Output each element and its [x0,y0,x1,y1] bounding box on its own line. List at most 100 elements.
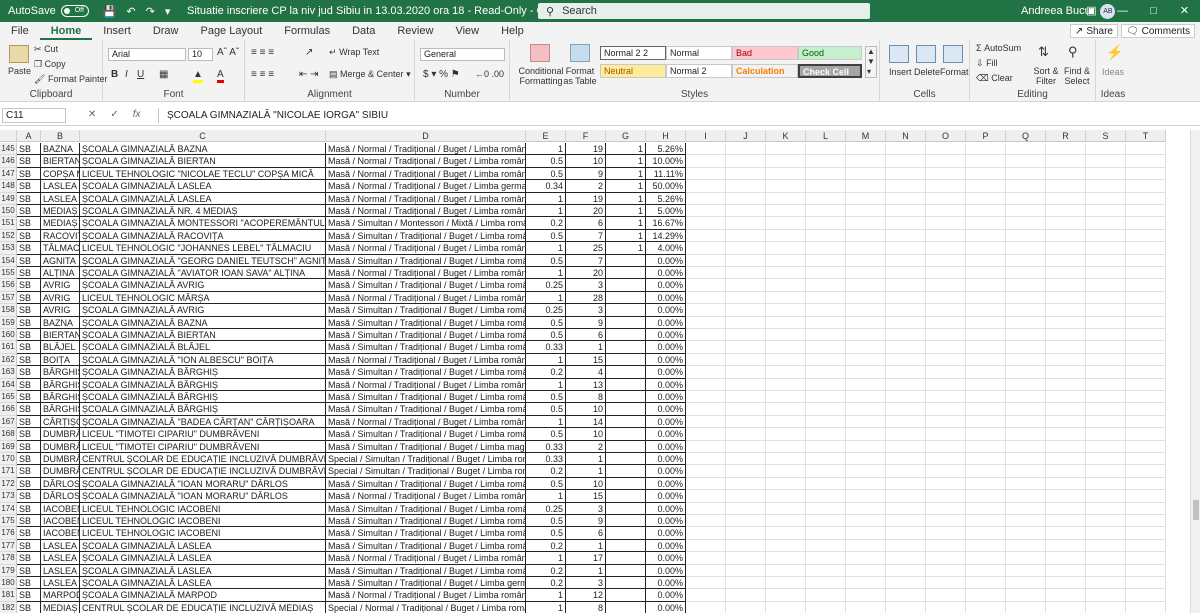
cell-d[interactable]: Masă / Simultan / Tradițional / Buget / … [326,539,526,553]
empty-cell[interactable] [726,539,766,553]
cell-f[interactable]: 8 [566,391,606,404]
cell-g[interactable] [606,502,646,515]
empty-cell[interactable] [766,155,806,168]
cell-e[interactable]: 1 [526,601,566,613]
empty-cell[interactable] [966,564,1006,577]
cell-d[interactable]: Masă / Normal / Tradițional / Buget / Li… [326,552,526,565]
empty-cell[interactable] [1086,167,1126,181]
empty-cell[interactable] [686,577,726,590]
cell-h[interactable]: 0.00% [646,515,686,528]
number-format-select[interactable]: General [420,48,505,61]
empty-cell[interactable] [846,539,886,553]
empty-cell[interactable] [926,155,966,168]
empty-cell[interactable] [766,167,806,181]
empty-cell[interactable] [886,515,926,528]
empty-cell[interactable] [1006,304,1046,317]
cell-a[interactable]: SB [17,217,41,230]
ribbon-display-icon[interactable]: ▣ [1076,0,1107,22]
row-header[interactable]: 170 [0,453,17,466]
column-header-m[interactable]: M [846,130,886,142]
cell-b[interactable]: MEDIAȘ [41,217,80,230]
empty-cell[interactable] [1126,229,1166,243]
style-calculation[interactable]: Calculation [732,64,798,78]
empty-cell[interactable] [1046,515,1086,528]
cell-a[interactable]: SB [17,242,41,255]
cell-c[interactable]: CENTRUL ȘCOLAR DE EDUCAȚIE INCLUZIVĂ DUM… [80,465,326,478]
cell-a[interactable]: SB [17,341,41,354]
empty-cell[interactable] [886,465,926,478]
empty-cell[interactable] [1126,515,1166,528]
empty-cell[interactable] [806,279,846,292]
cell-b[interactable]: DUMBRĂV [41,440,80,453]
cell-b[interactable]: LASLEA [41,180,80,193]
paste-icon[interactable] [9,45,29,63]
delete-button[interactable]: Delete [914,67,940,77]
empty-cell[interactable] [1006,477,1046,491]
cell-c[interactable]: ȘCOALA GIMNAZIALĂ NR. 4 MEDIAȘ [80,205,326,218]
cell-d[interactable]: Masă / Simultan / Tradițional / Buget / … [326,428,526,441]
cell-a[interactable]: SB [17,502,41,515]
bold-icon[interactable]: B [111,69,118,80]
cell-a[interactable]: SB [17,180,41,193]
cell-f[interactable]: 19 [566,192,606,205]
scroll-thumb[interactable] [1193,500,1199,520]
decimal-icon[interactable]: ←0 .00 [475,69,504,79]
empty-cell[interactable] [1126,589,1166,602]
cell-c[interactable]: ȘCOALA GIMNAZIALĂ LASLEA [80,552,326,565]
row-header[interactable]: 174 [0,502,17,515]
empty-cell[interactable] [726,515,766,528]
empty-cell[interactable] [806,192,846,205]
empty-cell[interactable] [726,267,766,280]
empty-cell[interactable] [1086,279,1126,292]
row-header[interactable]: 182 [0,601,17,613]
empty-cell[interactable] [766,527,806,540]
empty-cell[interactable] [1126,341,1166,354]
empty-cell[interactable] [1086,453,1126,466]
cell-g[interactable] [606,440,646,453]
cell-e[interactable]: 0.33 [526,341,566,354]
empty-cell[interactable] [1046,353,1086,367]
empty-cell[interactable] [1046,428,1086,441]
empty-cell[interactable] [1126,304,1166,317]
empty-cell[interactable] [1006,539,1046,553]
empty-cell[interactable] [806,180,846,193]
empty-cell[interactable] [726,601,766,613]
cell-b[interactable]: BÂRGHIȘ [41,366,80,379]
empty-cell[interactable] [1126,353,1166,367]
cell-a[interactable]: SB [17,391,41,404]
empty-cell[interactable] [1086,329,1126,342]
empty-cell[interactable] [686,143,726,156]
cell-g[interactable]: 1 [606,229,646,243]
empty-cell[interactable] [1126,415,1166,429]
tab-data[interactable]: Data [341,22,386,40]
cell-g[interactable]: 1 [606,217,646,230]
cell-e[interactable]: 1 [526,490,566,503]
column-header-s[interactable]: S [1086,130,1126,142]
empty-cell[interactable] [886,601,926,613]
cell-f[interactable]: 28 [566,291,606,305]
empty-cell[interactable] [766,316,806,329]
row-header[interactable]: 159 [0,316,17,329]
empty-cell[interactable] [806,341,846,354]
cell-e[interactable]: 1 [526,415,566,429]
cell-f[interactable]: 9 [566,167,606,181]
empty-cell[interactable] [766,366,806,379]
cell-d[interactable]: Special / Normal / Tradițional / Buget /… [326,601,526,613]
cell-a[interactable]: SB [17,143,41,156]
cell-a[interactable]: SB [17,577,41,590]
empty-cell[interactable] [1006,192,1046,205]
empty-cell[interactable] [726,217,766,230]
font-name-select[interactable]: Arial [108,48,186,61]
empty-cell[interactable] [686,329,726,342]
empty-cell[interactable] [1006,242,1046,255]
indent-icon[interactable]: ⇤ ⇥ [299,69,319,80]
cell-h[interactable]: 0.00% [646,490,686,503]
column-header-b[interactable]: B [41,130,80,142]
font-size-select[interactable]: 10 [188,48,213,61]
column-header-l[interactable]: L [806,130,846,142]
empty-cell[interactable] [1086,515,1126,528]
empty-cell[interactable] [926,477,966,491]
cell-a[interactable]: SB [17,167,41,181]
cell-g[interactable] [606,539,646,553]
redo-icon[interactable]: ↷ [146,5,155,18]
